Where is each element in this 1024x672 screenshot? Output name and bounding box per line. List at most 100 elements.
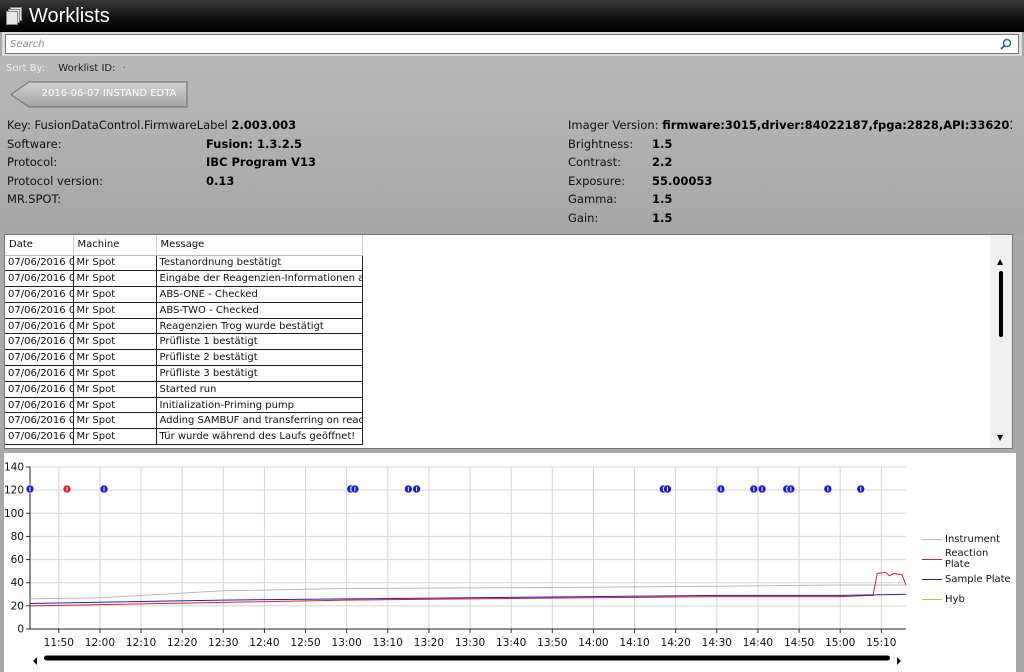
log-cell-date: 07/06/2016 09: xyxy=(5,270,74,288)
x-tick-label: 12:10 xyxy=(126,637,156,649)
log-cell-date: 07/06/2016 09: xyxy=(5,381,74,398)
log-row[interactable]: 07/06/2016 09:Mr SpotAdding SAMBUF and t… xyxy=(5,412,363,430)
info-key: MR.SPOT: xyxy=(7,192,62,206)
chart-legend: Instrument Reaction Plate Sample Plate Hyb xyxy=(922,529,1016,609)
x-tick-label: 12:40 xyxy=(249,637,279,649)
x-tick-label: 11:50 xyxy=(44,637,74,649)
info-key: Brightness: xyxy=(568,136,634,151)
legend-item: Reaction Plate xyxy=(922,548,1016,570)
legend-label: Instrument xyxy=(945,533,1001,545)
log-cell-machine: Mr Spot xyxy=(73,302,157,319)
title-bar: Worklists xyxy=(0,0,1024,32)
worklist-icon xyxy=(6,7,22,25)
back-button-label: 2016-06-07 INSTAND EDTA xyxy=(41,88,177,99)
legend-swatch xyxy=(922,538,942,540)
log-cell-machine: Mr Spot xyxy=(73,270,157,288)
info-value: 2.003.003 xyxy=(231,118,297,132)
info-value: 55.00053 xyxy=(652,173,713,188)
plot-area xyxy=(30,467,906,629)
info-key: Gain: xyxy=(568,210,599,225)
log-row[interactable]: 07/06/2016 09:Mr SpotTestanordnung bestä… xyxy=(5,255,363,272)
log-cell-machine: Mr Spot xyxy=(73,318,157,335)
sort-direction-indicator[interactable]: · xyxy=(123,63,126,74)
info-value: firmware:3015,driver:84022187,fpga:2828,… xyxy=(662,118,1012,132)
log-cell-machine: Mr Spot xyxy=(73,333,157,351)
window-title: Worklists xyxy=(29,4,110,27)
log-row[interactable]: 07/06/2016 09:Mr SpotPrüfliste 1 bestäti… xyxy=(5,333,363,351)
info-value: IBC Program V13 xyxy=(206,155,317,169)
log-row[interactable]: 07/06/2016 09:Mr SpotStarted run xyxy=(5,381,363,398)
info-row-software: Software: Fusion: 1.3.2.5 xyxy=(7,137,316,156)
back-button[interactable]: 2016-06-07 INSTAND EDTA xyxy=(10,81,188,108)
x-tick-label: 12:20 xyxy=(167,637,197,649)
log-cell-date: 07/06/2016 09: xyxy=(5,333,74,351)
info-key: Imager Version: xyxy=(568,118,659,132)
column-header-message[interactable]: Message xyxy=(156,235,363,256)
log-cell-machine: Mr Spot xyxy=(73,412,157,430)
y-tick-label: 100 xyxy=(4,508,24,520)
log-cell-message: Initialization-Priming pump xyxy=(156,397,363,414)
x-tick-label: 13:40 xyxy=(496,637,526,649)
y-tick-label: 0 xyxy=(17,624,24,636)
x-tick-label: 14:30 xyxy=(702,637,732,649)
log-cell-date: 07/06/2016 09: xyxy=(5,428,74,446)
info-key: Software: xyxy=(7,136,62,151)
search-bar xyxy=(2,32,1022,56)
x-tick-label: 13:00 xyxy=(332,637,362,649)
sort-by-label: Sort By: xyxy=(6,63,46,74)
log-cell-message: Tür wurde während des Laufs geöffnet! xyxy=(156,428,363,446)
log-cell-message: Adding SAMBUF and transferring on reacti… xyxy=(156,412,363,430)
legend-item: Hyb xyxy=(922,589,1016,609)
log-row[interactable]: 07/06/2016 09:Mr SpotEingabe der Reagenz… xyxy=(5,270,363,288)
log-scrollbar[interactable]: ▲ ▼ xyxy=(990,235,1012,448)
log-cell-machine: Mr Spot xyxy=(73,397,157,414)
log-row[interactable]: 07/06/2016 09:Mr SpotPrüfliste 3 bestäti… xyxy=(5,365,363,382)
info-row-imager-version: Imager Version: firmware:3015,driver:840… xyxy=(568,118,1012,137)
legend-label: Reaction Plate xyxy=(944,548,989,570)
column-header-date[interactable]: Date xyxy=(5,235,74,256)
log-cell-machine: Mr Spot xyxy=(73,286,157,303)
log-cell-machine: Mr Spot xyxy=(73,428,157,446)
search-icon[interactable] xyxy=(1000,38,1012,50)
log-cell-date: 07/06/2016 09: xyxy=(5,412,74,430)
search-box xyxy=(5,34,1019,54)
log-cell-machine: Mr Spot xyxy=(73,255,157,272)
log-cell-date: 07/06/2016 09: xyxy=(5,365,74,382)
log-row[interactable]: 07/06/2016 09:Mr SpotABS-TWO - Checked xyxy=(5,302,363,319)
info-row-protocol: Protocol: IBC Program V13 xyxy=(7,155,316,174)
info-row-gain: Gain: 1.5 xyxy=(568,211,1012,230)
info-key: Key: FusionDataControl.FirmwareLabel xyxy=(7,118,228,132)
y-tick-label: 80 xyxy=(11,531,24,543)
info-value: 2.2 xyxy=(652,155,673,169)
info-right: Imager Version: firmware:3015,driver:840… xyxy=(568,118,1012,229)
legend-label: Sample Plate xyxy=(945,573,1011,585)
info-row-brightness: Brightness: 1.5 xyxy=(568,137,1012,156)
log-row[interactable]: 07/06/2016 09:Mr SpotTür wurde während d… xyxy=(5,428,363,446)
log-row[interactable]: 07/06/2016 09:Mr SpotPrüfliste 2 bestäti… xyxy=(5,349,363,367)
legend-label: Hyb xyxy=(945,593,965,605)
scroll-up-icon[interactable]: ▲ xyxy=(997,257,1003,266)
info-value: 1.5 xyxy=(652,192,673,206)
log-row[interactable]: 07/06/2016 09:Mr SpotInitialization-Prim… xyxy=(5,397,363,414)
sort-by-value[interactable]: Worklist ID: xyxy=(58,63,115,74)
info-key: Contrast: xyxy=(568,155,622,169)
search-input[interactable] xyxy=(6,35,968,53)
log-cell-message: Reagenzien Trog wurde bestätigt xyxy=(156,318,363,335)
x-tick-label: 14:40 xyxy=(743,637,773,649)
legend-swatch xyxy=(922,598,942,600)
x-tick-label: 13:30 xyxy=(455,637,485,649)
log-scrollbar-thumb[interactable] xyxy=(999,271,1003,337)
column-header-machine[interactable]: Machine xyxy=(73,235,157,256)
log-cell-message: ABS-ONE - Checked xyxy=(156,286,363,303)
log-header-row: Date Machine Message xyxy=(5,235,363,256)
log-row[interactable]: 07/06/2016 09:Mr SpotReagenzien Trog wur… xyxy=(5,318,363,335)
log-cell-message: Prüfliste 1 bestätigt xyxy=(156,333,363,351)
x-tick-label: 14:10 xyxy=(619,637,649,649)
legend-item: Instrument xyxy=(922,529,1016,549)
x-tick-label: 13:10 xyxy=(373,637,403,649)
chart-scrollbar-thumb[interactable] xyxy=(44,655,890,661)
log-row[interactable]: 07/06/2016 09:Mr SpotABS-ONE - Checked xyxy=(5,286,363,303)
y-tick-label: 120 xyxy=(4,485,24,497)
scroll-down-icon[interactable]: ▼ xyxy=(997,433,1003,442)
chart-svg: 0 20 40 60 80 100 120 140 11:50 12:00 12:10 12:20 12… xyxy=(4,462,907,668)
